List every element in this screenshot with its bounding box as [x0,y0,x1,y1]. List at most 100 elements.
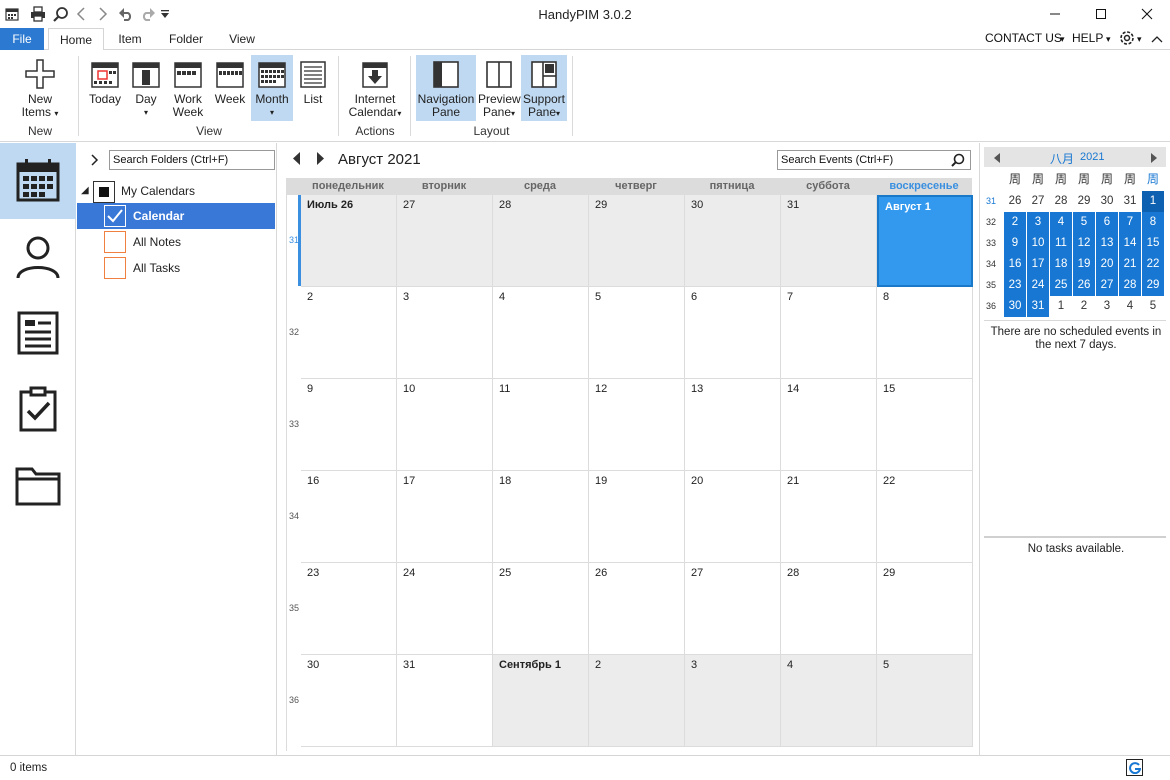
mini-day[interactable]: 7 [1119,212,1141,233]
day-cell[interactable]: 24 [397,563,493,655]
search-icon[interactable] [951,153,965,170]
nav-contacts-button[interactable] [0,219,76,295]
day-cell-today[interactable]: Август 1 [877,195,973,287]
day-cell[interactable]: 4 [493,287,589,379]
mini-day[interactable]: 31 [1027,296,1049,317]
support-pane-button[interactable]: Support Pane▾ [521,55,567,121]
mini-day[interactable]: 5 [1073,212,1095,233]
day-cell[interactable]: 2 [301,287,397,379]
day-cell[interactable]: 30 [685,195,781,287]
list-view-button[interactable]: List [296,55,330,121]
day-cell[interactable]: 28 [781,563,877,655]
day-cell[interactable]: 31 [397,655,493,747]
day-cell[interactable]: 30 [301,655,397,747]
maximize-button[interactable] [1078,0,1124,28]
nav-tasks-button[interactable] [0,371,76,447]
mini-day[interactable]: 29 [1142,275,1164,296]
day-cell[interactable]: 14 [781,379,877,471]
search-folders-input[interactable]: Search Folders (Ctrl+F) [109,150,275,170]
day-cell[interactable]: 28 [493,195,589,287]
mini-day[interactable]: 13 [1096,233,1118,254]
all-notes-checkbox[interactable] [104,231,126,253]
week-number[interactable]: 36 [287,695,301,705]
day-cell[interactable]: 3 [397,287,493,379]
help-dropdown-icon[interactable]: ▾ [1106,34,1111,45]
day-cell[interactable]: Июль 26 [301,195,397,287]
mini-day[interactable]: 10 [1027,233,1049,254]
nav-folders-button[interactable] [0,447,76,523]
tab-folder[interactable]: Folder [160,28,212,50]
sync-status-icon[interactable] [1126,759,1143,776]
mini-day[interactable]: 19 [1073,254,1095,275]
settings-dropdown-icon[interactable]: ▾ [1137,34,1142,45]
search-events-input[interactable]: Search Events (Ctrl+F) [777,150,971,170]
all-tasks-checkbox[interactable] [104,257,126,279]
mini-day[interactable]: 26 [1073,275,1095,296]
mini-day[interactable]: 20 [1096,254,1118,275]
my-calendars-node[interactable]: ◢ My Calendars [81,181,275,203]
week-number[interactable]: 33 [287,419,301,429]
work-week-button[interactable]: Work Week [168,55,208,121]
folder-item-all-tasks[interactable]: All Tasks [77,255,275,281]
mini-day[interactable]: 28 [1050,191,1072,212]
day-cell[interactable]: 26 [589,563,685,655]
mini-day[interactable]: 2 [1073,296,1095,317]
mini-day[interactable]: 25 [1050,275,1072,296]
mini-day[interactable]: 4 [1050,212,1072,233]
contact-us-link[interactable]: CONTACT US [985,31,1062,45]
mini-day[interactable]: 27 [1027,191,1049,212]
day-cell[interactable]: 27 [397,195,493,287]
mini-day[interactable]: 28 [1119,275,1141,296]
mini-week-number[interactable]: 36 [982,296,1000,317]
nav-calendar-button[interactable] [0,143,76,219]
mini-day[interactable]: 27 [1096,275,1118,296]
day-cell[interactable]: 10 [397,379,493,471]
day-cell[interactable]: 29 [877,563,973,655]
day-cell[interactable]: 2 [589,655,685,747]
day-cell[interactable]: 27 [685,563,781,655]
day-cell[interactable]: 23 [301,563,397,655]
close-button[interactable] [1124,0,1170,28]
settings-gear-icon[interactable] [1118,29,1136,50]
mini-day[interactable]: 24 [1027,275,1049,296]
day-cell[interactable]: 16 [301,471,397,563]
week-number[interactable]: 34 [287,511,301,521]
mini-week-number[interactable]: 32 [982,212,1000,233]
tab-view[interactable]: View [220,28,264,50]
mini-day[interactable]: 30 [1004,296,1026,317]
preview-pane-button[interactable]: Preview Pane▾ [478,55,521,121]
folder-item-all-notes[interactable]: All Notes [77,229,275,255]
day-cell[interactable]: 12 [589,379,685,471]
day-cell[interactable]: 13 [685,379,781,471]
mini-day[interactable]: 26 [1004,191,1026,212]
mini-day[interactable]: 30 [1096,191,1118,212]
navigation-pane-button[interactable]: Navigation Pane [416,55,476,121]
day-cell[interactable]: 31 [781,195,877,287]
day-cell[interactable]: 18 [493,471,589,563]
mini-day[interactable]: 5 [1142,296,1164,317]
mini-day[interactable]: 16 [1004,254,1026,275]
mini-day[interactable]: 3 [1027,212,1049,233]
day-cell[interactable]: 6 [685,287,781,379]
mini-day[interactable]: 1 [1142,191,1164,212]
day-cell[interactable]: 29 [589,195,685,287]
expand-folders-icon[interactable] [91,154,99,169]
group-checkbox[interactable] [93,181,115,203]
calendar-checkbox[interactable] [104,205,126,227]
day-cell[interactable]: 8 [877,287,973,379]
month-view-button[interactable]: Month ▾ [251,55,293,121]
week-number[interactable]: 35 [287,603,301,613]
mini-week-number[interactable]: 31 [982,191,1000,212]
day-cell[interactable]: 22 [877,471,973,563]
day-cell[interactable]: 5 [589,287,685,379]
day-cell[interactable]: 20 [685,471,781,563]
mini-day[interactable]: 18 [1050,254,1072,275]
internet-calendar-button[interactable]: Internet Calendar▾ [345,55,405,121]
mini-day[interactable]: 3 [1096,296,1118,317]
mini-day[interactable]: 8 [1142,212,1164,233]
mini-day[interactable]: 12 [1073,233,1095,254]
mini-day[interactable]: 6 [1096,212,1118,233]
mini-day[interactable]: 31 [1119,191,1141,212]
mini-day[interactable]: 14 [1119,233,1141,254]
mini-day[interactable]: 23 [1004,275,1026,296]
